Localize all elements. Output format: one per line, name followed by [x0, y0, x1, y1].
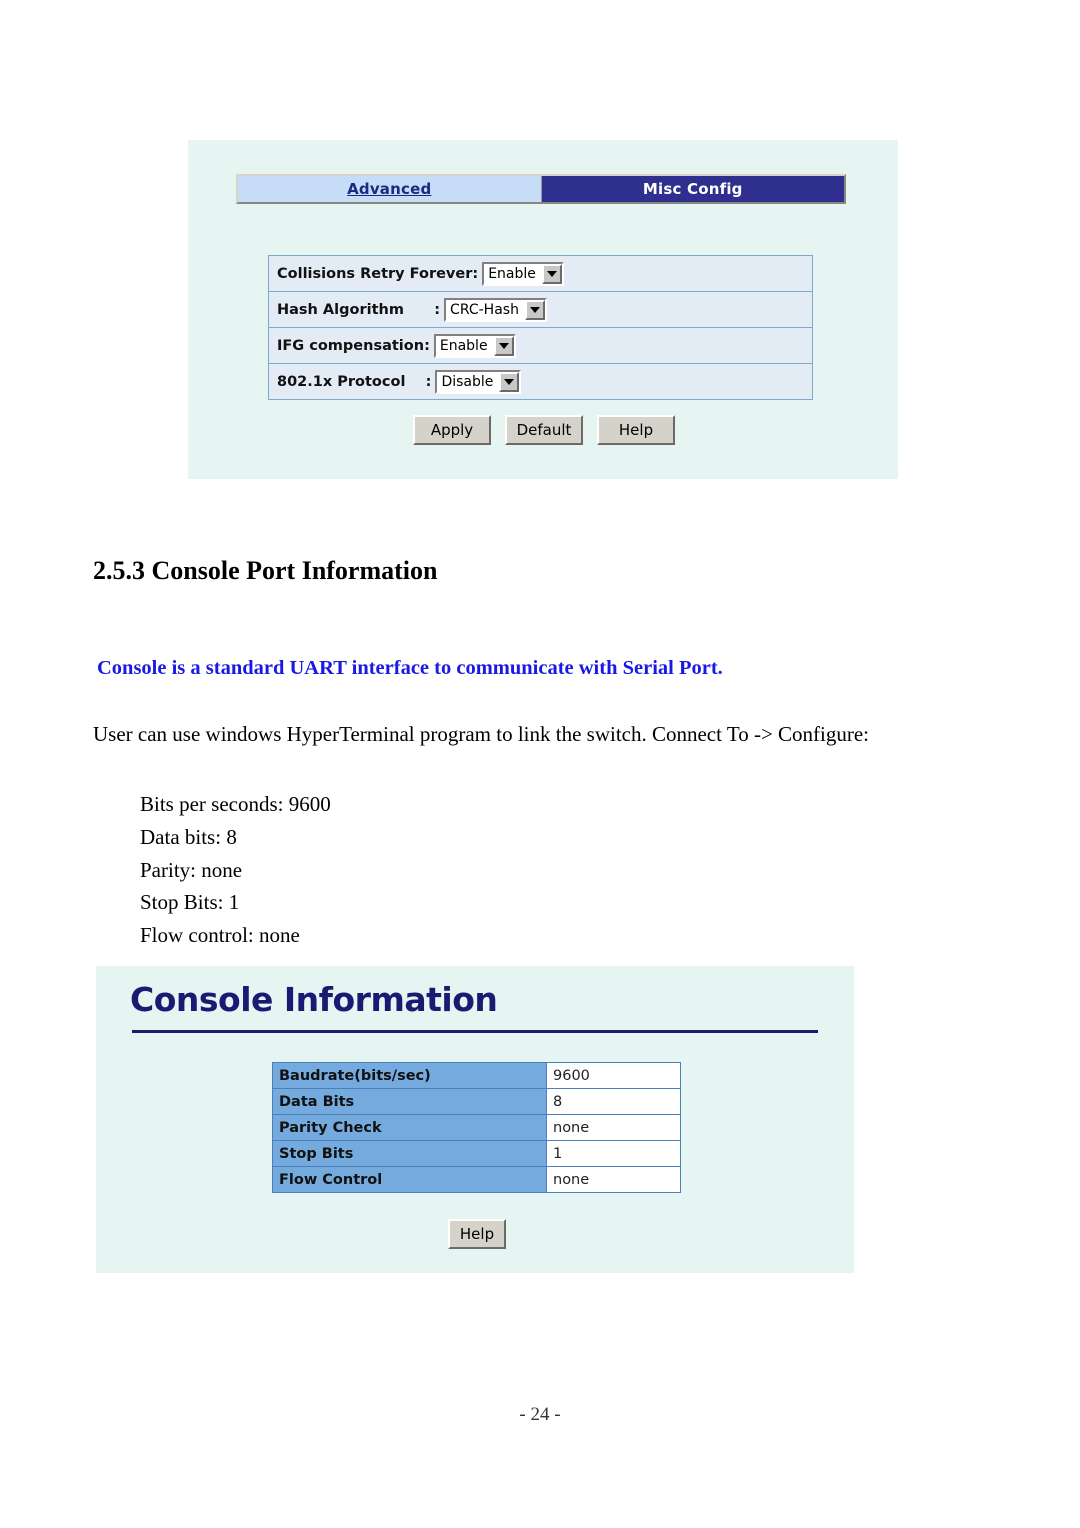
colon-3: : [425, 373, 432, 390]
tab-advanced-label: Advanced [347, 180, 432, 198]
apply-button-label: Apply [430, 421, 474, 439]
list-item: Data bits: 8 [140, 824, 237, 849]
table-row: Baudrate(bits/sec) 9600 [272, 1062, 681, 1089]
apply-button[interactable]: Apply [413, 415, 491, 445]
select-collisions-retry-forever[interactable]: Enable [482, 261, 564, 286]
console-help-button[interactable]: Help [448, 1219, 506, 1249]
misc-config-button-row: Apply Default Help [413, 415, 675, 445]
highlight-note: Console is a standard UART interface to … [97, 657, 723, 679]
table-row: Stop Bits 1 [272, 1140, 681, 1167]
section-heading: 2.5.3 Console Port Information [93, 556, 438, 585]
misc-config-screenshot: Advanced Misc Config Collisions Retry Fo… [188, 140, 898, 479]
row-value-data-bits: 8 [546, 1088, 681, 1115]
colon-2: : [424, 337, 430, 354]
table-row: Data Bits 8 [272, 1088, 681, 1115]
label-collisions-retry-forever: Collisions Retry Forever [277, 265, 473, 282]
row-value-parity-check: none [546, 1114, 681, 1141]
chevron-down-icon[interactable] [524, 299, 545, 320]
chevron-down-icon[interactable] [499, 371, 520, 392]
select-hash-algorithm-value: CRC-Hash [450, 301, 519, 318]
misc-config-form: Collisions Retry Forever : Enable Hash A… [268, 255, 813, 400]
table-row: Flow Control none [272, 1166, 681, 1193]
select-ifg-compensation-value: Enable [439, 337, 488, 354]
colon-0: : [472, 265, 479, 282]
console-help-button-label: Help [459, 1225, 495, 1243]
tab-misc-config-label: Misc Config [642, 180, 743, 198]
serial-settings-list: Bits per seconds: 9600 Data bits: 8 Pari… [140, 788, 331, 952]
list-item: Parity: none [140, 857, 243, 882]
console-button-row: Help [448, 1219, 506, 1249]
tab-advanced[interactable]: Advanced [238, 176, 542, 202]
colon-1: : [434, 301, 441, 318]
row-value-baudrate: 9600 [546, 1062, 681, 1089]
table-row: Parity Check none [272, 1114, 681, 1141]
body-paragraph: User can use windows HyperTerminal progr… [93, 722, 870, 746]
form-row-ifg-compensation: IFG compensation : Enable [268, 327, 813, 364]
panel-title: Console Information [130, 980, 498, 1019]
chevron-down-icon[interactable] [493, 335, 514, 356]
select-hash-algorithm[interactable]: CRC-Hash [444, 297, 547, 322]
row-value-flow-control: none [546, 1166, 681, 1193]
help-button[interactable]: Help [597, 415, 675, 445]
page-number: - 24 - [519, 1404, 561, 1425]
select-ifg-compensation[interactable]: Enable [433, 333, 516, 358]
row-key-stop-bits: Stop Bits [272, 1140, 547, 1167]
form-row-hash-algorithm: Hash Algorithm : CRC-Hash [268, 291, 813, 328]
select-8021x-protocol[interactable]: Disable [435, 369, 522, 394]
label-hash-algorithm: Hash Algorithm [277, 301, 435, 318]
list-item: Bits per seconds: 9600 [140, 792, 331, 816]
chevron-down-icon[interactable] [541, 263, 562, 284]
default-button-label: Default [516, 421, 572, 439]
form-row-collisions-retry-forever: Collisions Retry Forever : Enable [268, 255, 813, 292]
select-8021x-protocol-value: Disable [441, 373, 494, 390]
row-key-baudrate: Baudrate(bits/sec) [272, 1062, 547, 1089]
row-key-data-bits: Data Bits [272, 1088, 547, 1115]
label-8021x-protocol: 802.1x Protocol [277, 373, 426, 390]
tab-bar: Advanced Misc Config [236, 174, 846, 204]
list-item: Flow control: none [140, 923, 300, 948]
list-item: Stop Bits: 1 [140, 890, 240, 915]
title-divider [132, 1030, 818, 1033]
label-ifg-compensation: IFG compensation [277, 337, 425, 354]
select-collisions-retry-forever-value: Enable [488, 265, 536, 282]
row-key-parity-check: Parity Check [272, 1114, 547, 1141]
console-information-screenshot: Console Information Baudrate(bits/sec) 9… [96, 966, 854, 1273]
row-value-stop-bits: 1 [546, 1140, 681, 1167]
default-button[interactable]: Default [505, 415, 583, 445]
help-button-label: Help [618, 421, 654, 439]
tab-misc-config[interactable]: Misc Config [541, 176, 844, 202]
form-row-8021x-protocol: 802.1x Protocol : Disable [268, 363, 813, 400]
row-key-flow-control: Flow Control [272, 1166, 547, 1193]
console-information-table: Baudrate(bits/sec) 9600 Data Bits 8 Pari… [272, 1062, 681, 1193]
